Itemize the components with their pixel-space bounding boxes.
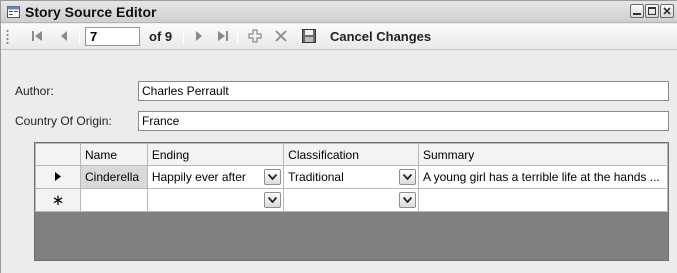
chevron-down-icon <box>402 174 412 180</box>
save-icon[interactable] <box>301 28 317 44</box>
row-header-new[interactable]: ∗ <box>35 188 81 212</box>
new-cell-classification-combo[interactable] <box>283 188 419 212</box>
cell-classification-combo[interactable]: Traditional <box>283 165 419 189</box>
cell-name[interactable]: Cinderella <box>80 165 148 189</box>
corner-header[interactable] <box>35 143 81 166</box>
current-row-arrow-icon <box>55 172 61 181</box>
delete-icon[interactable] <box>273 28 289 44</box>
cell-ending-value: Happily ever after <box>151 170 246 184</box>
toolbar-grip[interactable] <box>6 29 9 45</box>
classification-dropdown-button[interactable] <box>398 192 416 208</box>
stories-data-grid[interactable]: Name Ending Classification Summary Cinde… <box>34 142 669 261</box>
toolbar-separator <box>183 29 184 44</box>
chevron-down-icon <box>268 197 278 203</box>
ending-dropdown-button[interactable] <box>264 192 282 208</box>
move-last-icon[interactable] <box>215 28 231 44</box>
window-controls <box>630 4 674 18</box>
cell-classification-value: Traditional <box>288 170 344 184</box>
move-next-icon[interactable] <box>190 28 206 44</box>
column-header-summary[interactable]: Summary <box>417 143 669 166</box>
toolbar-separator <box>79 29 80 44</box>
toolbar-separator <box>237 29 238 44</box>
count-item-label: of 9 <box>149 29 173 44</box>
new-row[interactable]: ∗ <box>35 188 669 212</box>
minimize-button[interactable] <box>630 4 644 18</box>
table-row[interactable]: Cinderella Happily ever after Traditiona… <box>35 165 669 189</box>
app-form-icon <box>7 6 20 18</box>
binding-navigator-toolbar: of 9 Cancel Changes <box>1 24 677 50</box>
close-button[interactable] <box>660 4 674 18</box>
window-title: Story Source Editor <box>25 4 157 20</box>
column-header-name[interactable]: Name <box>80 143 148 166</box>
country-of-origin-text-field[interactable] <box>138 111 669 131</box>
position-item-input[interactable] <box>85 27 140 46</box>
move-first-icon[interactable] <box>29 28 45 44</box>
new-cell-name[interactable] <box>80 188 148 212</box>
chevron-down-icon <box>268 174 278 180</box>
author-text-field[interactable] <box>138 81 669 101</box>
title-bar: Story Source Editor <box>1 1 677 23</box>
new-cell-ending-combo[interactable] <box>146 188 285 212</box>
cell-ending-combo[interactable]: Happily ever after <box>146 165 285 189</box>
chevron-down-icon <box>402 197 412 203</box>
country-of-origin-label: Country Of Origin: <box>15 114 112 128</box>
close-icon <box>663 7 671 15</box>
column-header-row: Name Ending Classification Summary <box>35 143 669 166</box>
column-header-ending[interactable]: Ending <box>146 143 285 166</box>
classification-dropdown-button[interactable] <box>398 169 416 185</box>
maximize-button[interactable] <box>645 4 659 18</box>
cell-summary-text: A young girl has a terrible life at the … <box>422 170 660 184</box>
new-cell-summary[interactable] <box>417 188 669 212</box>
story-source-editor-window: Story Source Editor of 9 <box>0 0 677 273</box>
grid-table: Name Ending Classification Summary Cinde… <box>35 143 669 212</box>
ending-dropdown-button[interactable] <box>264 169 282 185</box>
author-label: Author: <box>15 84 54 98</box>
move-previous-icon[interactable] <box>57 28 73 44</box>
cell-summary[interactable]: A young girl has a terrible life at the … <box>417 165 669 189</box>
row-header-current[interactable] <box>35 165 81 189</box>
add-new-icon[interactable] <box>247 28 263 44</box>
cancel-changes-button[interactable]: Cancel Changes <box>330 29 431 44</box>
column-header-classification[interactable]: Classification <box>283 143 419 166</box>
